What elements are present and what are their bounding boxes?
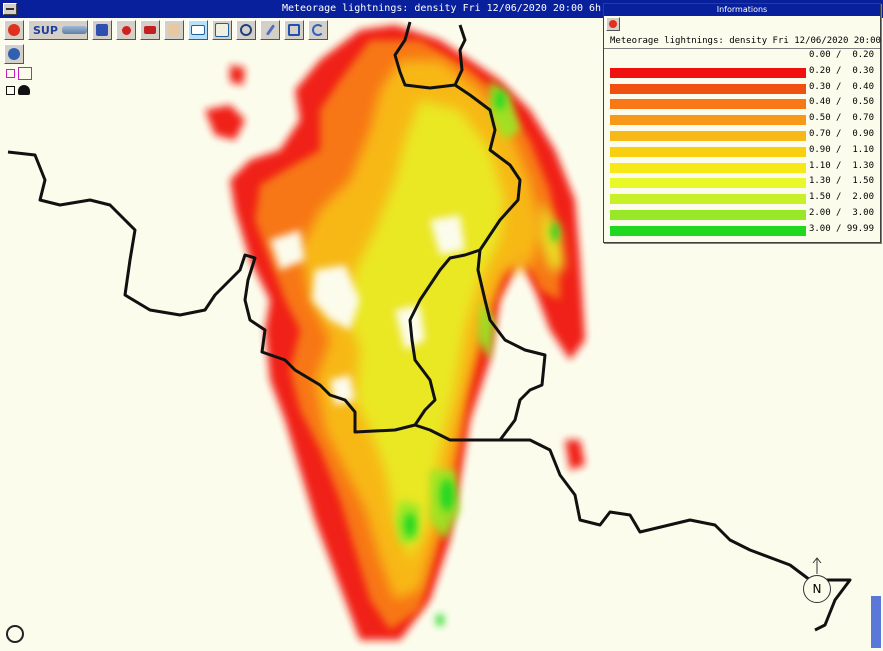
sup-label: SUP	[33, 23, 58, 37]
sup-icon	[61, 26, 87, 34]
informations-toolbar	[604, 16, 880, 34]
legend-swatch	[610, 67, 806, 78]
zoom-button[interactable]	[236, 20, 256, 40]
legend-row: 0.30 / 0.40	[604, 81, 880, 97]
legend-heading: Meteorage lightnings: density Fri 12/06/…	[604, 34, 883, 49]
window-button[interactable]	[212, 20, 232, 40]
hand-icon	[168, 24, 180, 36]
window-title: Meteorage lightnings: density Fri 12/06/…	[281, 3, 602, 14]
print-button[interactable]	[140, 20, 160, 40]
record-icon	[121, 25, 131, 35]
north-label: N	[812, 582, 822, 596]
legend-row: 1.10 / 1.30	[604, 160, 880, 176]
legend-swatch	[610, 99, 806, 110]
pencil-icon	[265, 24, 275, 36]
legend-row: 0.40 / 0.50	[604, 96, 880, 112]
legend-label: 2.00 / 3.00	[808, 207, 874, 218]
globe-icon	[8, 48, 20, 60]
legend-label: 0.30 / 0.40	[808, 81, 874, 92]
layer-checkbox[interactable]	[6, 68, 15, 78]
refresh-button[interactable]	[308, 20, 328, 40]
fullscreen-icon	[288, 24, 300, 36]
window-icon	[215, 23, 229, 37]
window-menu-button[interactable]	[3, 3, 17, 15]
print-icon	[144, 26, 156, 34]
legend-label: 3.00 / 99.99	[808, 223, 874, 234]
fullscreen-button[interactable]	[284, 20, 304, 40]
calendar-icon	[96, 24, 108, 36]
vertical-scrollbar[interactable]	[871, 596, 881, 648]
legend-swatch	[610, 83, 806, 94]
informations-title: Informations	[604, 4, 880, 16]
legend-swatch	[610, 52, 806, 62]
legend-row: 3.00 / 99.99	[604, 223, 880, 239]
hand-button[interactable]	[164, 20, 184, 40]
screen-icon	[191, 25, 205, 35]
density-legend: 0.00 / 0.20 0.20 / 0.30 0.30 / 0.40 0.40 / …	[604, 49, 880, 239]
left-toolbar	[4, 44, 24, 68]
screen-button[interactable]	[188, 20, 208, 40]
legend-label: 0.70 / 0.90	[808, 128, 874, 139]
rotate-icon[interactable]	[6, 625, 24, 643]
north-arrow: N	[803, 575, 831, 603]
legend-label: 0.00 / 0.20	[808, 50, 874, 60]
record-button[interactable]	[116, 20, 136, 40]
legend-label: 0.90 / 1.10	[808, 144, 874, 155]
legend-row: 0.90 / 1.10	[604, 144, 880, 160]
legend-row: 1.30 / 1.50	[604, 175, 880, 191]
pencil-button[interactable]	[260, 20, 280, 40]
legend-swatch	[610, 146, 806, 157]
layer-toggle-lightning[interactable]	[6, 83, 46, 97]
legend-swatch	[610, 130, 806, 141]
legend-row: 0.70 / 0.90	[604, 128, 880, 144]
legend-label: 1.50 / 2.00	[808, 192, 874, 203]
legend-swatch	[610, 225, 806, 236]
informations-panel[interactable]: Informations Meteorage lightnings: densi…	[603, 3, 883, 243]
zoom-icon	[240, 24, 252, 36]
density-field	[205, 25, 585, 640]
legend-label: 0.40 / 0.50	[808, 97, 874, 108]
refresh-icon	[312, 24, 324, 36]
legend-swatch	[610, 209, 806, 220]
layer-toggle-frame[interactable]	[6, 66, 46, 80]
legend-swatch	[610, 194, 806, 205]
back-icon	[609, 20, 617, 28]
legend-row: 0.20 / 0.30	[604, 65, 880, 81]
legend-row: 2.00 / 3.00	[604, 207, 880, 223]
legend-swatch	[610, 162, 806, 173]
calendar-button[interactable]	[92, 20, 112, 40]
legend-label: 0.50 / 0.70	[808, 113, 874, 124]
legend-swatch	[610, 178, 806, 189]
informations-close-button[interactable]	[606, 17, 620, 31]
legend-swatch	[610, 115, 806, 126]
back-button[interactable]	[4, 20, 24, 40]
main-toolbar: SUP	[4, 20, 328, 42]
layer-checkbox[interactable]	[6, 85, 15, 95]
legend-label: 1.10 / 1.30	[808, 160, 874, 171]
legend-label: 0.20 / 0.30	[808, 65, 874, 76]
map-projection-button[interactable]	[4, 44, 24, 64]
legend-row: 0.50 / 0.70	[604, 112, 880, 128]
north-arrow-pointer	[812, 557, 822, 574]
lightning-cloud-icon	[18, 85, 30, 95]
legend-label: 1.30 / 1.50	[808, 176, 874, 187]
back-icon	[8, 24, 20, 36]
legend-row: 1.50 / 2.00	[604, 191, 880, 207]
frame-icon	[18, 66, 32, 80]
sup-button[interactable]: SUP	[28, 20, 88, 40]
legend-row: 0.00 / 0.20	[604, 49, 880, 65]
